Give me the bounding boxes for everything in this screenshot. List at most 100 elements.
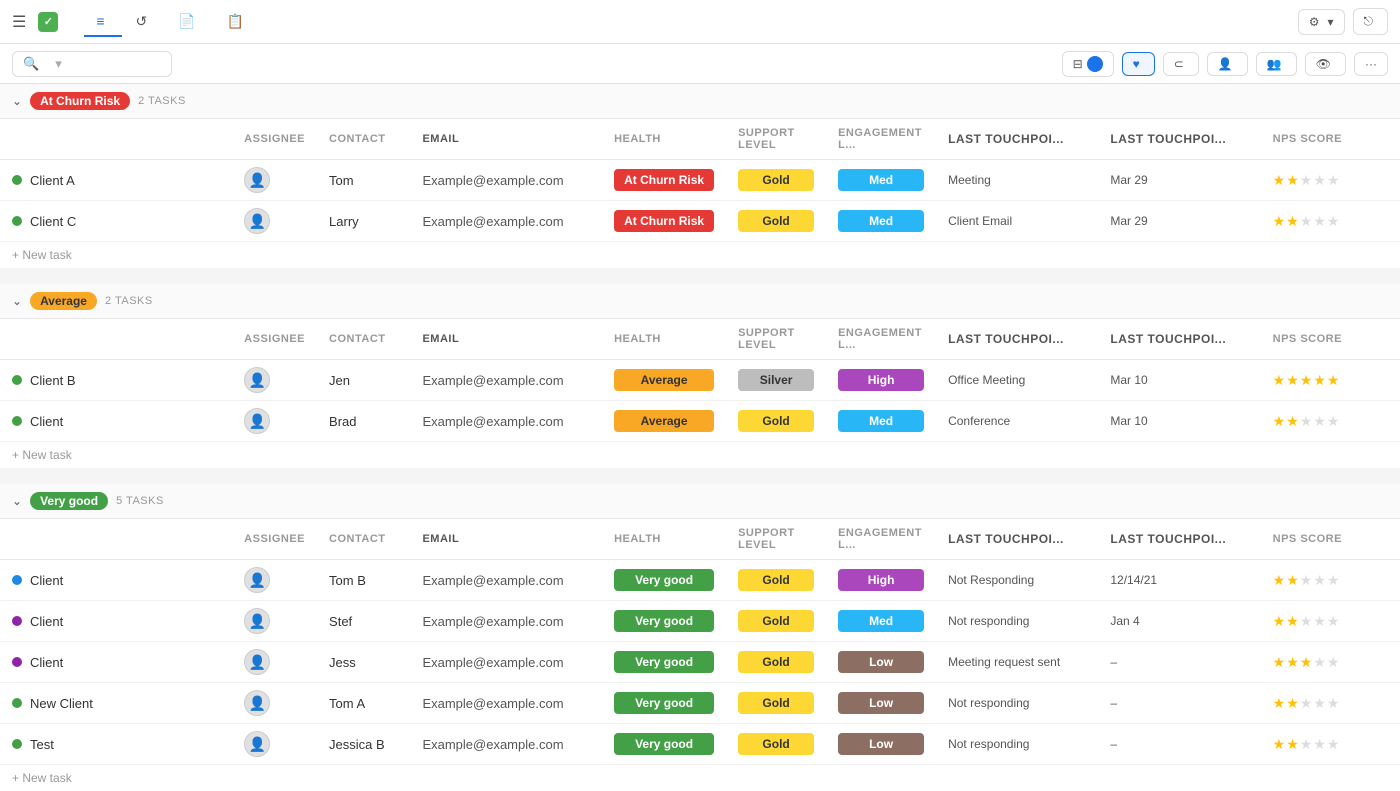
assignees-button[interactable]: 👥 [1256,52,1297,76]
health-cell: Average [602,360,726,401]
col-name [0,119,232,160]
automate-button[interactable]: ⚙ ▾ [1298,9,1345,35]
touchpoint2-cell: – [1098,642,1260,683]
section-header-average: ⌄ Average 2 TASKS [0,284,1400,319]
subtasks-button[interactable]: ⊂ [1163,52,1199,76]
health-cell: Average [602,401,726,442]
table-row[interactable]: Client B 👤 Jen Example@example.com Avera… [0,360,1400,401]
assignee-cell: 👤 [232,401,317,442]
avatar: 👤 [244,408,270,434]
task-title: Client A [30,173,75,188]
table-row[interactable]: Client 👤 Stef Example@example.com Very g… [0,601,1400,642]
engagement-badge: Med [838,610,924,632]
avatar: 👤 [244,167,270,193]
assignee-cell: 👤 [232,642,317,683]
health-badge: At Churn Risk [614,169,714,191]
task-title: Client [30,655,63,670]
table-row[interactable]: Client 👤 Brad Example@example.com Averag… [0,401,1400,442]
health-badge: Average [614,410,714,432]
renewal-icon: ↺ [136,13,148,30]
assignee-cell: 👤 [232,724,317,765]
star-filled: ★ [1273,372,1286,389]
section-chevron[interactable]: ⌄ [12,294,22,308]
email-cell: Example@example.com [410,401,602,442]
table-row[interactable]: Test 👤 Jessica B Example@example.com Ver… [0,724,1400,765]
share-button[interactable]: ⎋ [1353,8,1389,35]
new-task-row[interactable]: + New task [0,242,1400,269]
engagement-cell: Med [826,201,936,242]
new-task-row[interactable]: + New task [0,442,1400,469]
contact-cell: Tom A [317,683,410,724]
col-assignee: ASSIGNEE [232,319,317,360]
search-box[interactable]: 🔍 ▾ [12,51,172,77]
star-filled: ★ [1286,613,1299,630]
nav-actions: ⚙ ▾ ⎋ [1298,8,1388,35]
add-view-btn[interactable] [263,16,287,28]
engagement-icon: ≡ [96,13,104,29]
table-row[interactable]: New Client 👤 Tom A Example@example.com V… [0,683,1400,724]
task-dot [12,657,22,667]
new-task-button[interactable]: + New task [0,242,1400,269]
table-row[interactable]: Client C 👤 Larry Example@example.com At … [0,201,1400,242]
touchpoint1-cell: Not responding [936,724,1098,765]
playbook-icon: 📄 [178,13,195,30]
tab-renewal[interactable]: ↺ [124,7,165,36]
star-empty: ★ [1300,213,1313,230]
engagement-cell: Med [826,401,936,442]
email-cell: Example@example.com [410,601,602,642]
email-cell: Example@example.com [410,201,602,242]
group-by-button[interactable]: ♥ [1122,52,1155,76]
email-cell: Example@example.com [410,360,602,401]
tab-engagement[interactable]: ≡ [84,7,121,37]
avatar: 👤 [244,731,270,757]
toolbar: 🔍 ▾ ⊟ ♥ ⊂ 👤 👥 👁 ··· [0,44,1400,84]
touchpoint2-cell: Jan 4 [1098,601,1260,642]
email-cell: Example@example.com [410,724,602,765]
filter-icon: ⊟ [1073,57,1083,71]
new-task-row[interactable]: + New task [0,765,1400,791]
task-name-cell: Client [0,401,232,442]
task-name-cell: New Client [0,683,232,724]
task-name-cell: Client C [0,201,232,242]
new-task-button[interactable]: + New task [0,442,1400,469]
touchpoint2-cell: – [1098,683,1260,724]
nav-tabs: ≡ ↺ 📄 📋 [84,7,1293,37]
tab-playbook[interactable]: 📄 [166,7,212,36]
nps-cell: ★★★★★ [1261,360,1400,401]
health-badge: At Churn Risk [614,210,714,232]
assignee-cell: 👤 [232,360,317,401]
health-badge: Average [614,369,714,391]
table-row[interactable]: Client 👤 Jess Example@example.com Very g… [0,642,1400,683]
col-engagement: ENGAGEMENT L... [826,119,936,160]
section-chevron[interactable]: ⌄ [12,94,22,108]
task-title: Client [30,573,63,588]
show-button[interactable]: 👁 [1305,52,1346,76]
touchpoint1-cell: Not responding [936,601,1098,642]
nps-cell: ★★★★★ [1261,683,1400,724]
new-task-button[interactable]: + New task [0,765,1400,791]
heart-icon: ♥ [1133,57,1140,71]
star-filled: ★ [1286,172,1299,189]
task-name-cell: Client A [0,160,232,201]
filter-button[interactable]: ⊟ [1062,51,1114,77]
task-count: 2 TASKS [138,95,186,107]
menu-icon[interactable]: ☰ [12,12,26,32]
table-row[interactable]: Client 👤 Tom B Example@example.com Very … [0,560,1400,601]
more-options-button[interactable]: ··· [1354,52,1388,76]
support-cell: Gold [726,724,826,765]
me-button[interactable]: 👤 [1207,52,1248,76]
task-dot [12,698,22,708]
section-chevron[interactable]: ⌄ [12,494,22,508]
tab-feedback[interactable]: 📋 [215,7,261,36]
task-name: New Client [12,696,220,711]
touchpoint1-cell: Office Meeting [936,360,1098,401]
task-name-cell: Client [0,601,232,642]
col-contact: CONTACT [317,119,410,160]
support-cell: Silver [726,360,826,401]
star-empty: ★ [1313,213,1326,230]
engagement-cell: High [826,360,936,401]
section-toggle: ⌄ Very good 5 TASKS [12,492,1388,510]
task-name: Client A [12,173,220,188]
table-row[interactable]: Client A 👤 Tom Example@example.com At Ch… [0,160,1400,201]
col-email: EMAIL [410,519,602,560]
